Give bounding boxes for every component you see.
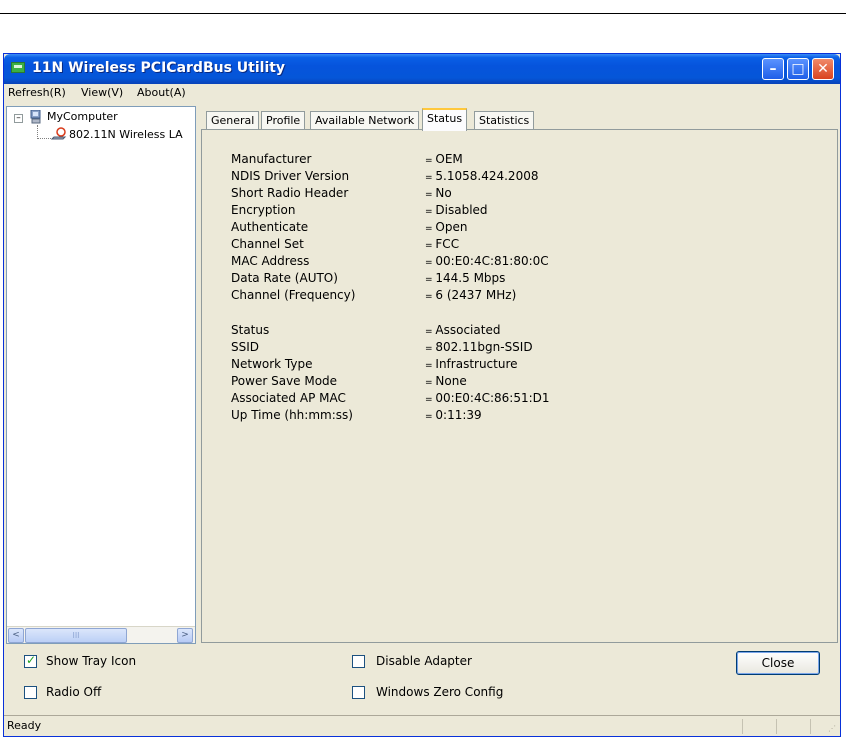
label-ndis-driver-version: NDIS Driver Version — [231, 169, 350, 183]
windows-zero-config-checkbox[interactable] — [352, 686, 365, 699]
statusbar-separator — [810, 719, 811, 734]
wireless-adapter-icon — [51, 127, 67, 140]
menu-bar: Refresh(R) View(V) About(A) — [4, 84, 840, 102]
adapter-tree[interactable]: – MyComputer 802.11N Wireless LA < III > — [6, 106, 196, 644]
close-window-button[interactable]: ✕ — [812, 58, 834, 80]
tree-horizontal-scrollbar[interactable]: < III > — [7, 626, 195, 643]
windows-zero-config-label[interactable]: Windows Zero Config — [376, 685, 503, 699]
label-status: Status — [231, 323, 270, 337]
value-encryption: Disabled — [425, 203, 487, 217]
value-channel-frequency: 6 (2437 MHz) — [425, 288, 516, 302]
menu-refresh[interactable]: Refresh(R) — [8, 86, 66, 99]
label-power-save-mode: Power Save Mode — [231, 374, 338, 388]
statusbar-separator — [776, 719, 777, 734]
menu-about[interactable]: About(A) — [137, 86, 186, 99]
value-data-rate: 144.5 Mbps — [425, 271, 505, 285]
label-up-time: Up Time (hh:mm:ss) — [231, 408, 353, 422]
tree-connector — [37, 125, 38, 139]
minimize-button[interactable]: – — [762, 58, 784, 80]
scroll-thumb[interactable]: III — [25, 628, 127, 643]
value-manufacturer: OEM — [425, 152, 462, 166]
tab-statistics[interactable]: Statistics — [474, 111, 535, 130]
value-channel-set: FCC — [425, 237, 459, 251]
resize-grip-icon[interactable]: ⋰ — [828, 724, 838, 734]
value-associated-ap-mac: 00:E0:4C:86:51:D1 — [425, 391, 549, 405]
label-channel-frequency: Channel (Frequency) — [231, 288, 356, 302]
tab-available-network[interactable]: Available Network — [310, 111, 420, 130]
radio-off-label[interactable]: Radio Off — [46, 685, 101, 699]
value-short-radio-header: No — [425, 186, 451, 200]
label-manufacturer: Manufacturer — [231, 152, 312, 166]
page-divider-line — [0, 13, 846, 14]
label-channel-set: Channel Set — [231, 237, 304, 251]
tab-profile[interactable]: Profile — [261, 111, 306, 130]
close-button[interactable]: Close — [736, 651, 820, 675]
wireless-card-icon — [11, 62, 25, 73]
label-network-type: Network Type — [231, 357, 313, 371]
options-area: Show Tray Icon Radio Off Disable Adapter… — [4, 648, 840, 708]
show-tray-icon-label[interactable]: Show Tray Icon — [46, 654, 136, 668]
tab-status[interactable]: Status — [422, 108, 468, 131]
value-ssid: 802.11bgn-SSID — [425, 340, 532, 354]
label-associated-ap-mac: Associated AP MAC — [231, 391, 346, 405]
value-up-time: 0:11:39 — [425, 408, 481, 422]
status-panel: Manufacturer OEM NDIS Driver Version 5.1… — [201, 129, 838, 643]
tree-item-mycomputer[interactable]: MyComputer — [47, 110, 118, 123]
maximize-button[interactable]: □ — [787, 58, 809, 80]
label-authenticate: Authenticate — [231, 220, 309, 234]
menu-view[interactable]: View(V) — [81, 86, 123, 99]
disable-adapter-label[interactable]: Disable Adapter — [376, 654, 472, 668]
label-encryption: Encryption — [231, 203, 296, 217]
value-mac-address: 00:E0:4C:81:80:0C — [425, 254, 548, 268]
label-mac-address: MAC Address — [231, 254, 310, 268]
value-power-save-mode: None — [425, 374, 466, 388]
tree-item-adapter[interactable]: 802.11N Wireless LA — [69, 128, 195, 141]
scroll-left-button[interactable]: < — [8, 628, 24, 643]
status-bar: Ready ⋰ — [4, 715, 840, 736]
collapse-toggle[interactable]: – — [14, 114, 23, 123]
show-tray-icon-checkbox[interactable] — [24, 653, 37, 668]
value-network-type: Infrastructure — [425, 357, 517, 371]
statusbar-separator — [742, 719, 743, 734]
scroll-right-button[interactable]: > — [177, 628, 193, 643]
window-title: 11N Wireless PCICardBus Utility — [32, 60, 286, 76]
status-text: Ready — [7, 719, 42, 732]
radio-off-checkbox[interactable] — [24, 686, 37, 699]
value-status: Associated — [425, 323, 500, 337]
value-ndis-driver-version: 5.1058.424.2008 — [425, 169, 538, 183]
label-data-rate: Data Rate (AUTO) — [231, 271, 338, 285]
computer-icon — [30, 110, 41, 124]
label-short-radio-header: Short Radio Header — [231, 186, 349, 200]
utility-window: 11N Wireless PCICardBus Utility – □ ✕ Re… — [3, 53, 841, 737]
tab-general[interactable]: General — [206, 111, 260, 130]
label-ssid: SSID — [231, 340, 260, 354]
title-bar[interactable]: 11N Wireless PCICardBus Utility – □ ✕ — [4, 54, 840, 84]
disable-adapter-checkbox[interactable] — [352, 655, 365, 668]
value-authenticate: Open — [425, 220, 467, 234]
